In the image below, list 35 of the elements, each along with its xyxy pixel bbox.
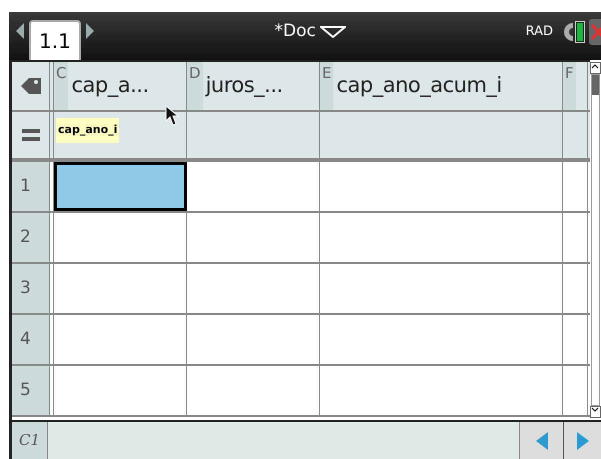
column-letter[interactable]: C — [54, 62, 68, 110]
row-number[interactable]: 5 — [12, 366, 50, 415]
left-arrow-icon — [536, 432, 548, 450]
scroll-up-button[interactable] — [590, 62, 601, 74]
caret-up-icon — [591, 63, 599, 69]
page-tab[interactable]: 1.1 — [29, 20, 81, 60]
scrollbar-thumb[interactable] — [592, 75, 599, 95]
column-name[interactable]: cap_a... — [68, 70, 149, 102]
equals-icon — [22, 129, 40, 141]
column-name[interactable]: juros_... — [202, 70, 283, 102]
column-letter[interactable]: F — [563, 62, 576, 110]
next-page-icon[interactable] — [84, 22, 95, 40]
angle-mode-label: RAD — [526, 23, 553, 42]
row-number[interactable]: 1 — [12, 162, 50, 211]
row-number[interactable]: 4 — [12, 315, 50, 364]
column-letter[interactable]: D — [187, 62, 203, 110]
mouse-pointer-icon — [165, 105, 179, 127]
document-menu-button[interactable]: *Doc — [274, 19, 346, 45]
next-button[interactable] — [563, 422, 601, 459]
table-cell[interactable] — [54, 162, 187, 211]
tag-icon[interactable] — [20, 76, 42, 96]
caret-down-icon — [591, 407, 599, 413]
close-button[interactable] — [589, 19, 601, 45]
row-number[interactable]: 3 — [12, 264, 50, 313]
row-number[interactable]: 2 — [12, 213, 50, 262]
previous-page-icon[interactable] — [15, 22, 25, 40]
battery-icon — [575, 21, 585, 43]
scroll-down-button[interactable] — [590, 406, 601, 418]
tooltip: cap_ano_i — [56, 118, 120, 142]
dropdown-icon — [320, 26, 346, 38]
column-name[interactable]: cap_ano_acum_i — [333, 70, 502, 102]
cell-reference: C1 — [12, 422, 48, 459]
previous-button[interactable] — [519, 422, 563, 459]
column-letter[interactable]: E — [320, 62, 334, 110]
right-arrow-icon — [576, 432, 588, 450]
